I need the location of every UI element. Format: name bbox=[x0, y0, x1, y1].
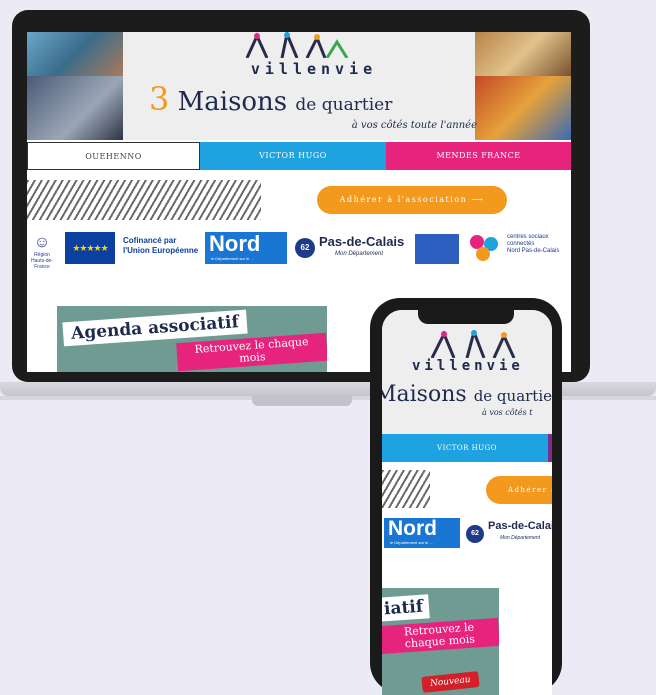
centres-sub: Nord Pas-de-Calais bbox=[507, 248, 560, 254]
mobile-title-main: Maisons bbox=[382, 382, 467, 407]
mobile-tab-victor-hugo[interactable]: VICTOR HUGO bbox=[382, 434, 552, 462]
nord-sub: le Département sur le ... bbox=[211, 256, 254, 261]
mobile-agenda-subtitle: Retrouvez le chaque mois bbox=[382, 617, 499, 655]
centres-sociaux-logo: centres sociaux connectés Nord Pas-de-Ca… bbox=[507, 234, 571, 264]
hatch-decoration bbox=[27, 180, 261, 220]
pdc-number: 62 bbox=[295, 238, 315, 258]
tab-mendes-france[interactable]: MENDES FRANCE bbox=[386, 142, 571, 170]
activity-photo bbox=[27, 76, 123, 140]
activity-photo bbox=[27, 32, 123, 76]
prefecture-flag-icon bbox=[415, 234, 459, 264]
agenda-subtitle: Retrouvez le chaque mois bbox=[176, 332, 327, 372]
title-main: Maisons bbox=[177, 87, 288, 117]
mobile-pdc-name: Pas-de-Calais bbox=[488, 520, 552, 532]
laptop-notch bbox=[252, 396, 352, 406]
hero-banner: villenvie 3 Maisons de quartier à vos cô… bbox=[27, 32, 571, 140]
mobile-join-button[interactable]: Adhérer à bbox=[486, 476, 552, 504]
pas-de-calais-logo: 62 Pas-de-Calais Mon Département bbox=[295, 234, 410, 264]
tab-ouehenno[interactable]: OUEHENNO bbox=[27, 142, 200, 170]
eu-cofinance-label: Cofinancé par l'Union Européenne bbox=[123, 236, 199, 255]
centres-name: centres sociaux connectés bbox=[507, 234, 549, 247]
caf-logo-icon bbox=[470, 235, 498, 261]
mobile-tab-edge bbox=[548, 434, 552, 462]
new-badge: Nouveau bbox=[421, 671, 480, 693]
agenda-banner[interactable]: Agenda associatif Retrouvez le chaque mo… bbox=[57, 306, 327, 372]
eu-flag-icon: ★★★★★ bbox=[65, 232, 115, 264]
title-rest: de quartier bbox=[295, 95, 393, 115]
mobile-pdc-number: 62 bbox=[466, 525, 484, 543]
tab-victor-hugo[interactable]: VICTOR HUGO bbox=[200, 142, 386, 170]
mobile-hero: villenvie Maisons de quartie à vos côtés… bbox=[382, 310, 552, 435]
mobile-title: Maisons de quartie bbox=[382, 382, 552, 407]
nord-name: Nord bbox=[209, 231, 261, 256]
hdf-label: Région Hauts-de-France bbox=[31, 252, 53, 270]
mobile-nord-name: Nord bbox=[388, 517, 437, 540]
hdf-logo: ☺ Région Hauts-de-France bbox=[27, 234, 57, 270]
title-number: 3 bbox=[149, 80, 170, 118]
mobile-tagline: à vos côtés t bbox=[482, 408, 533, 417]
mobile-nord-sub: le Département sur le ... bbox=[390, 540, 433, 545]
brand-name: villenvie bbox=[250, 60, 378, 78]
mobile-agenda-banner[interactable]: iatif Retrouvez le chaque mois Nouveau bbox=[382, 588, 499, 695]
mobile-title-rest: de quartie bbox=[473, 387, 552, 405]
mobile-pas-de-calais-logo: 62 Pas-de-Calais Mon Département bbox=[466, 520, 552, 550]
mobile-agenda-title: iatif bbox=[382, 594, 430, 622]
tagline: à vos côtés toute l'année bbox=[351, 120, 477, 131]
tab-bar: OUEHENNO VICTOR HUGO MENDES FRANCE bbox=[27, 142, 571, 170]
partner-logos: ☺ Région Hauts-de-France ★★★★★ Cofinancé… bbox=[27, 230, 571, 271]
activity-photo bbox=[475, 76, 571, 140]
nord-logo: Nord le Département sur le ... bbox=[205, 232, 287, 264]
phone-screen: villenvie Maisons de quartie à vos côtés… bbox=[382, 310, 552, 695]
hdf-icon: ☺ bbox=[33, 234, 51, 251]
mobile-hatch-decoration bbox=[382, 470, 430, 508]
pdc-name: Pas-de-Calais bbox=[319, 234, 405, 249]
logo-figures-icon bbox=[430, 330, 516, 358]
activity-photo bbox=[475, 32, 571, 76]
mobile-pdc-sub: Mon Département bbox=[500, 535, 541, 541]
pdc-sub: Mon Département bbox=[335, 251, 384, 257]
join-association-button[interactable]: Adhérer à l'association ⟶ bbox=[317, 186, 507, 214]
phone-notch bbox=[418, 310, 514, 324]
mobile-brand: villenvie bbox=[412, 358, 524, 374]
mobile-nord-logo: Nord le Département sur le ... bbox=[384, 518, 460, 548]
logo-figures-icon bbox=[245, 32, 349, 58]
page-title: 3 Maisons de quartier bbox=[149, 80, 469, 118]
